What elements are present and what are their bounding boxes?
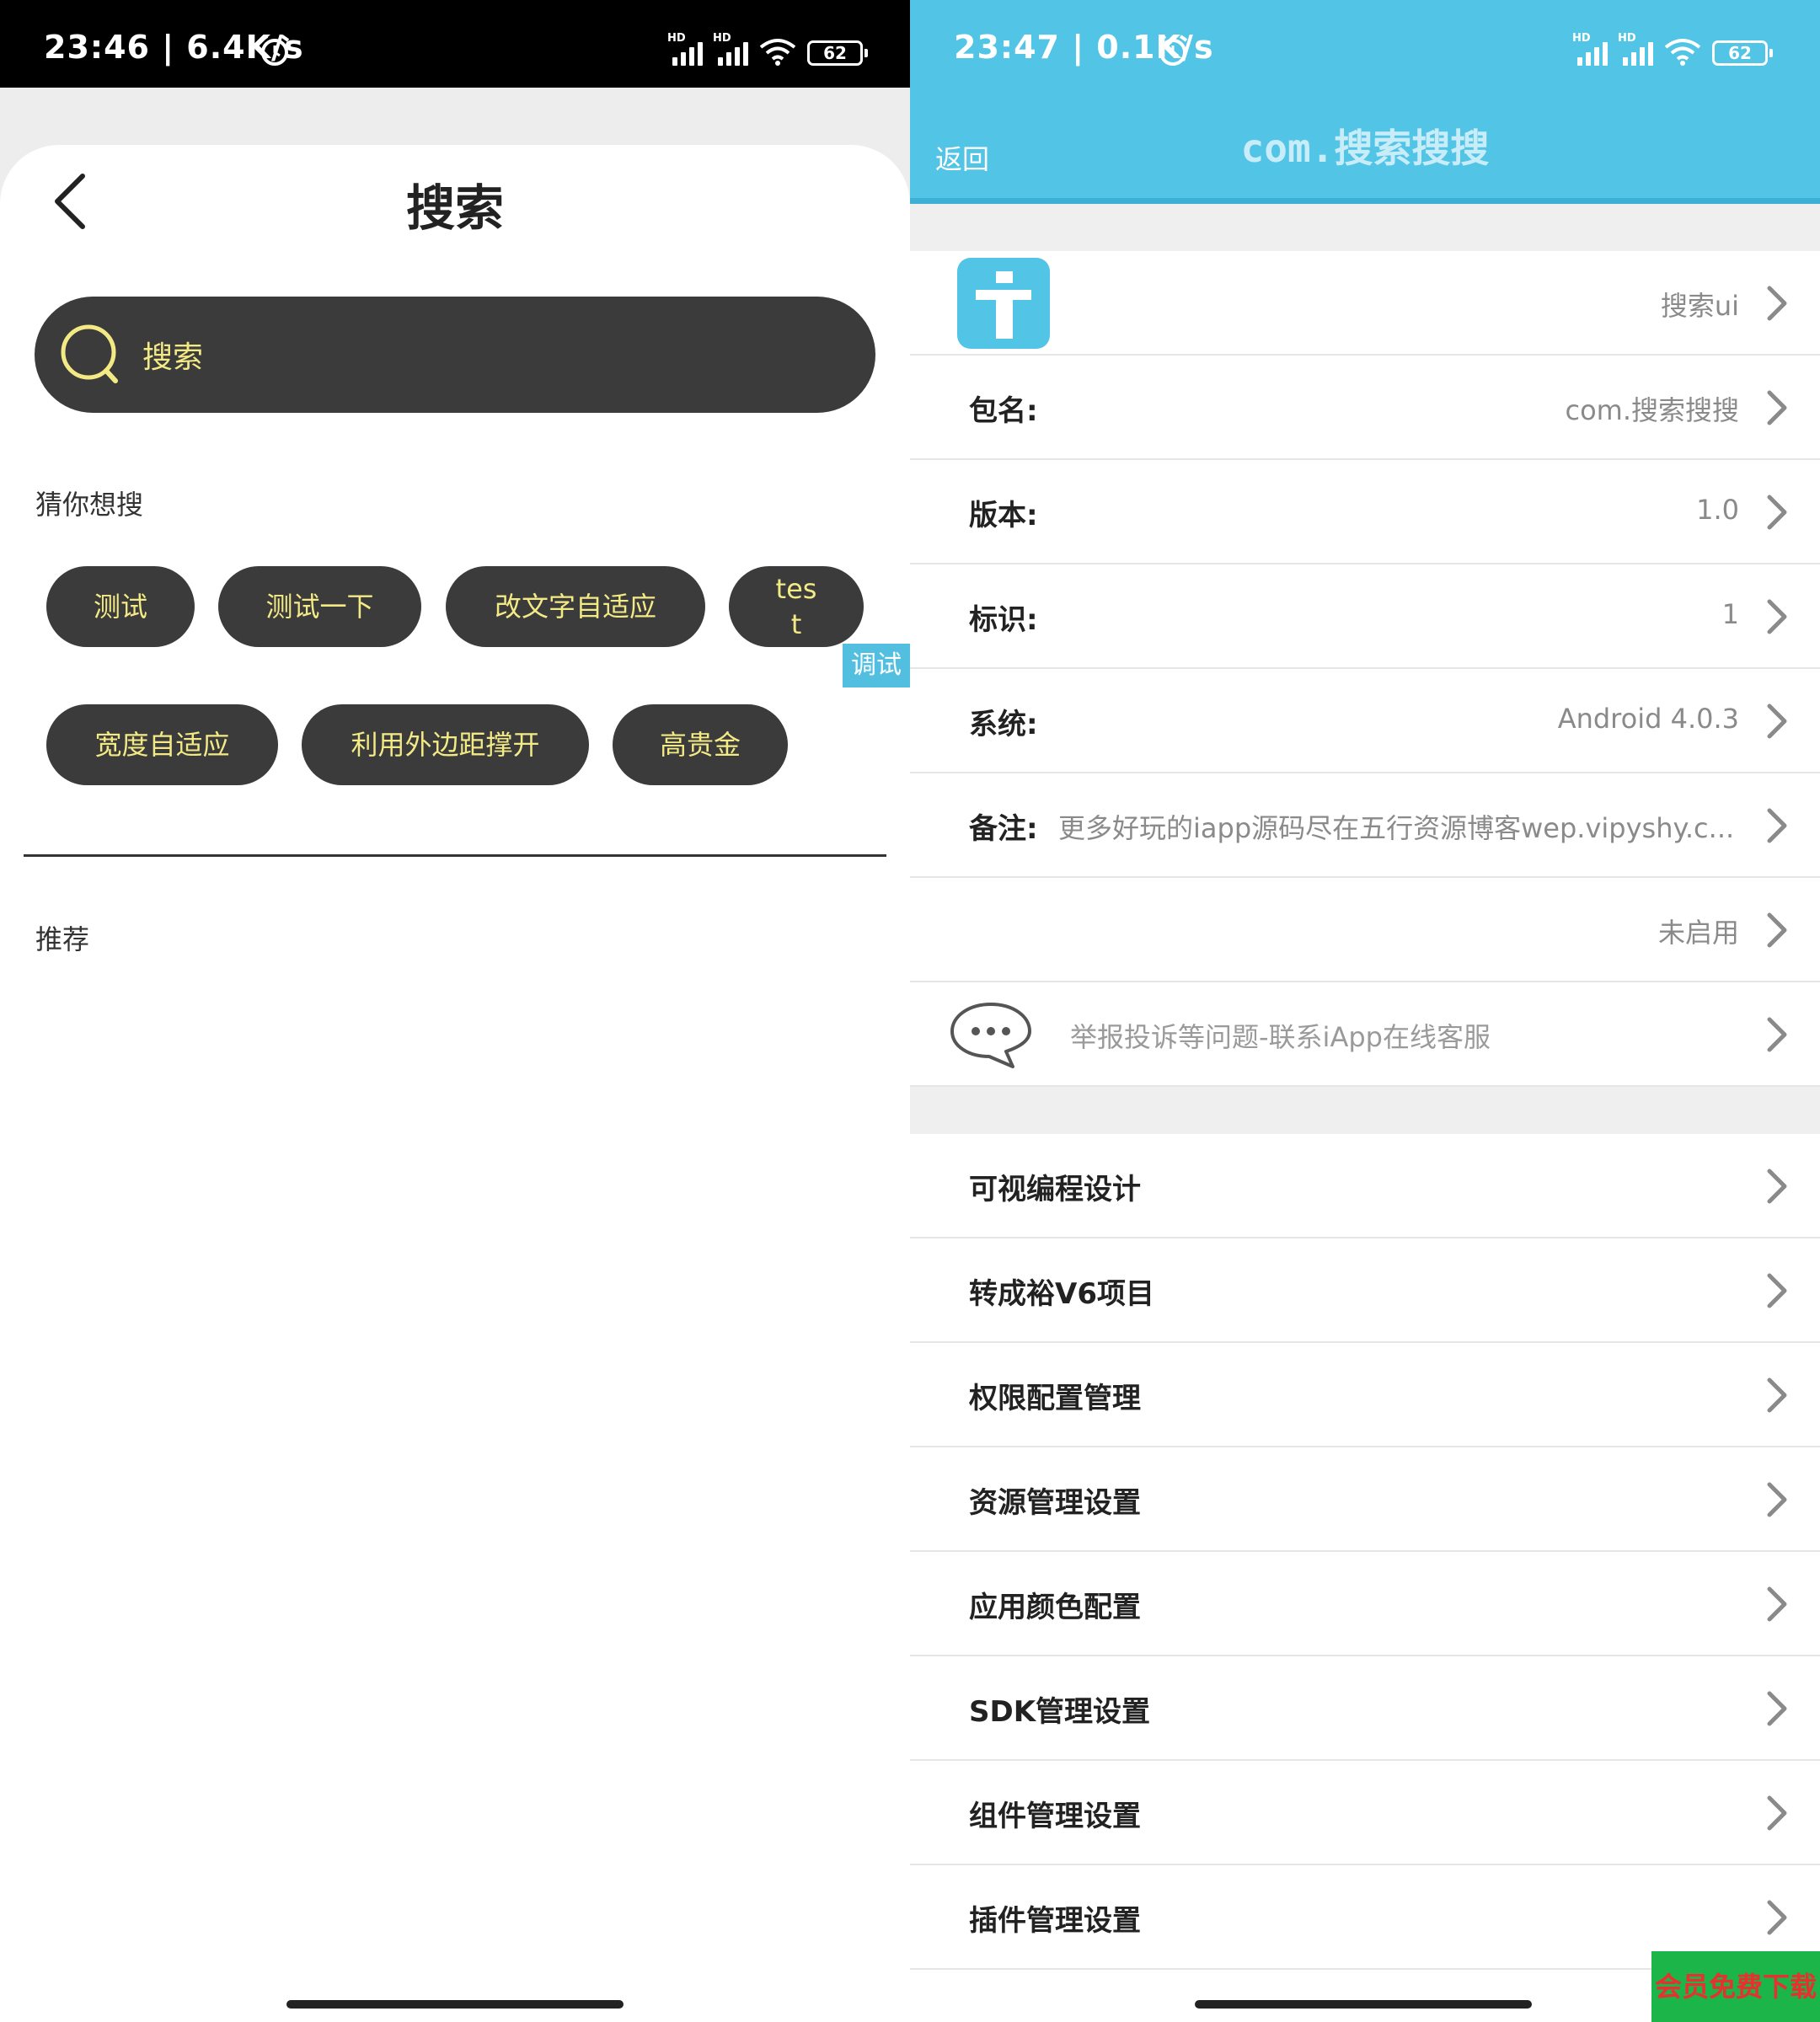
- chevron-right-icon: [1767, 808, 1787, 843]
- chat-bubble-icon: [950, 1003, 1031, 1068]
- info-row-status[interactable]: 未启用: [910, 878, 1820, 982]
- alarm-icon: [1158, 35, 1188, 66]
- chevron-right-icon: [1767, 286, 1787, 321]
- info-row-id[interactable]: 标识: 1: [910, 564, 1820, 669]
- info-row-version[interactable]: 版本: 1.0: [910, 460, 1820, 564]
- app-name: 搜索ui: [1660, 290, 1739, 322]
- alarm-icon: [260, 35, 290, 66]
- menu-item-label: 应用颜色配置: [969, 1591, 1141, 1624]
- wifi-icon: [1664, 39, 1701, 66]
- search-tag[interactable]: 宽度自适应: [46, 704, 278, 785]
- menu-item[interactable]: 应用颜色配置: [910, 1552, 1820, 1656]
- app-header: 23:47 | 0.1K/s HD HD 62 返回 com.搜索搜搜: [910, 0, 1820, 204]
- status-value: 未启用: [1657, 917, 1739, 949]
- search-tag[interactable]: 改文字自适应: [446, 566, 705, 647]
- signal-icon: HD: [1618, 32, 1653, 66]
- search-tag[interactable]: 测试: [46, 566, 195, 647]
- chevron-right-icon: [1767, 1273, 1787, 1308]
- info-label: 系统:: [969, 708, 1038, 741]
- chevron-right-icon: [1767, 1017, 1787, 1052]
- menu-item-label: 资源管理设置: [969, 1486, 1141, 1520]
- debug-badge[interactable]: 调试: [843, 644, 910, 687]
- search-icon: [61, 324, 118, 383]
- info-app-icon: [957, 258, 1050, 349]
- note-value: 更多好玩的iapp源码尽在五行资源博客wep.vipyshy.c...: [1058, 812, 1735, 844]
- status-bar: 23:46 | 6.4K/s HD HD 62: [0, 0, 910, 88]
- menu-item[interactable]: 转成裕V6项目: [910, 1238, 1820, 1343]
- search-tag[interactable]: tes t: [729, 566, 864, 647]
- menu-item-label: 插件管理设置: [969, 1904, 1141, 1938]
- menu-item-label: 转成裕V6项目: [969, 1277, 1154, 1311]
- home-indicator[interactable]: [286, 2000, 624, 2009]
- chevron-right-icon: [1767, 390, 1787, 425]
- divider: [24, 854, 886, 857]
- menu-item[interactable]: 资源管理设置: [910, 1447, 1820, 1552]
- search-sheet: [0, 145, 910, 2022]
- feedback-row[interactable]: 举报投诉等问题-联系iApp在线客服: [910, 982, 1820, 1087]
- chevron-right-icon: [1767, 1586, 1787, 1622]
- battery-icon: 62: [1712, 40, 1773, 66]
- info-value: Android 4.0.3: [1557, 703, 1739, 735]
- info-row-system[interactable]: 系统: Android 4.0.3: [910, 669, 1820, 773]
- info-label: 版本:: [969, 499, 1038, 532]
- menu-item[interactable]: 可视编程设计: [910, 1134, 1820, 1238]
- search-tag[interactable]: 测试一下: [218, 566, 421, 647]
- info-row-note[interactable]: 备注: 更多好玩的iapp源码尽在五行资源博客wep.vipyshy.c...: [910, 773, 1820, 878]
- search-placeholder: 搜索: [142, 340, 204, 375]
- search-input[interactable]: 搜索: [35, 297, 875, 413]
- search-tag[interactable]: 利用外边距撑开: [302, 704, 589, 785]
- chevron-right-icon: [1767, 912, 1787, 948]
- menu-item[interactable]: 组件管理设置: [910, 1761, 1820, 1865]
- watermark-badge: 会员免费下载: [1651, 1951, 1820, 2022]
- feedback-text: 举报投诉等问题-联系iApp在线客服: [1070, 1021, 1491, 1053]
- right-phone-screen: 23:47 | 0.1K/s HD HD 62 返回 com.搜索搜搜 搜索ui…: [910, 0, 1820, 2022]
- info-value: com.搜索搜搜: [1565, 394, 1739, 426]
- section-gap: [910, 204, 1820, 251]
- header-divider: [910, 198, 1820, 204]
- signal-icon: HD: [1572, 32, 1608, 66]
- guess-label: 猜你想搜: [35, 489, 144, 521]
- signal-icon: HD: [713, 32, 748, 66]
- chevron-right-icon: [1767, 1169, 1787, 1204]
- info-label: 包名:: [969, 394, 1038, 428]
- menu-item[interactable]: 权限配置管理: [910, 1343, 1820, 1447]
- menu-item[interactable]: SDK管理设置: [910, 1656, 1820, 1761]
- page-title: 搜索: [405, 179, 504, 237]
- chevron-right-icon: [1767, 495, 1787, 530]
- info-row-package[interactable]: 包名: com.搜索搜搜: [910, 356, 1820, 460]
- home-indicator[interactable]: [1195, 2000, 1532, 2009]
- chevron-right-icon: [1767, 1377, 1787, 1413]
- left-phone-screen: 23:46 | 6.4K/s HD HD 62 搜索 搜索 猜你想搜 测试 测试…: [0, 0, 910, 2022]
- chevron-right-icon: [1767, 1795, 1787, 1831]
- menu-item-label: 可视编程设计: [969, 1173, 1141, 1206]
- page-title: com.搜索搜搜: [1240, 126, 1490, 171]
- chevron-right-icon: [1767, 703, 1787, 739]
- info-value: 1: [1721, 598, 1739, 630]
- menu-item-label: 组件管理设置: [969, 1800, 1141, 1833]
- menu-item-label: SDK管理设置: [969, 1695, 1151, 1729]
- signal-icon: HD: [667, 32, 703, 66]
- info-value: 1.0: [1696, 494, 1739, 526]
- app-info-row[interactable]: 搜索ui: [910, 251, 1820, 356]
- chevron-right-icon: [1767, 1691, 1787, 1726]
- recommend-label: 推荐: [35, 923, 90, 955]
- menu-item-label: 权限配置管理: [969, 1382, 1141, 1415]
- chevron-right-icon: [1767, 1900, 1787, 1935]
- info-label: 标识:: [969, 603, 1038, 637]
- wifi-icon: [759, 39, 796, 66]
- chevron-right-icon: [1767, 1482, 1787, 1517]
- info-label: 备注:: [969, 812, 1038, 846]
- section-gap: [910, 1087, 1820, 1134]
- search-tag[interactable]: 高贵金: [613, 704, 788, 785]
- battery-icon: 62: [807, 40, 868, 66]
- chevron-right-icon: [1767, 599, 1787, 634]
